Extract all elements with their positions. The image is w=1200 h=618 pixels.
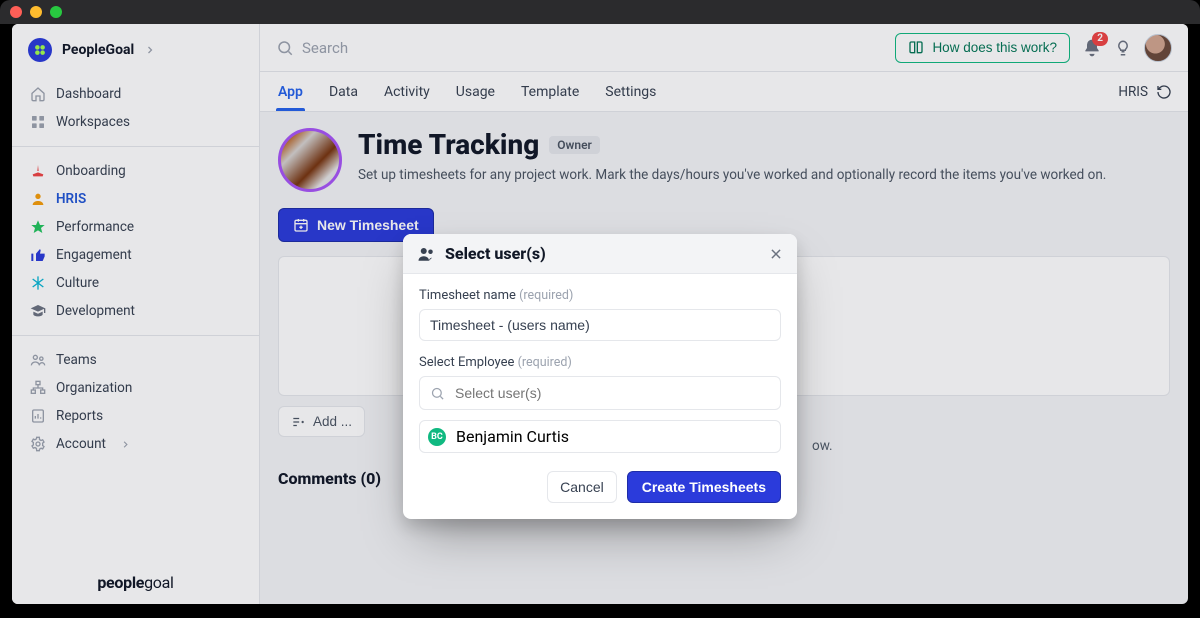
create-timesheets-button[interactable]: Create Timesheets bbox=[627, 471, 781, 503]
user-avatar-small: BC bbox=[428, 428, 446, 446]
employee-search-input[interactable] bbox=[419, 376, 781, 410]
modal-title: Select user(s) bbox=[445, 244, 546, 263]
window-close-dot[interactable] bbox=[10, 6, 22, 18]
close-icon bbox=[769, 247, 783, 261]
employee-label: Select Employee (required) bbox=[419, 355, 781, 370]
search-icon bbox=[430, 386, 445, 401]
select-users-modal: Select user(s) Timesheet name (required)… bbox=[403, 234, 797, 519]
employee-search-field[interactable] bbox=[453, 384, 770, 402]
modal-close-button[interactable] bbox=[769, 247, 783, 261]
users-icon bbox=[417, 245, 435, 263]
cancel-button[interactable]: Cancel bbox=[547, 471, 617, 503]
timesheet-name-label: Timesheet name (required) bbox=[419, 288, 781, 303]
selected-user-row[interactable]: BC Benjamin Curtis bbox=[419, 420, 781, 453]
window-zoom-dot[interactable] bbox=[50, 6, 62, 18]
window-titlebar bbox=[0, 0, 1200, 24]
window-minimize-dot[interactable] bbox=[30, 6, 42, 18]
selected-user-name: Benjamin Curtis bbox=[456, 427, 569, 446]
timesheet-name-input[interactable] bbox=[419, 309, 781, 341]
